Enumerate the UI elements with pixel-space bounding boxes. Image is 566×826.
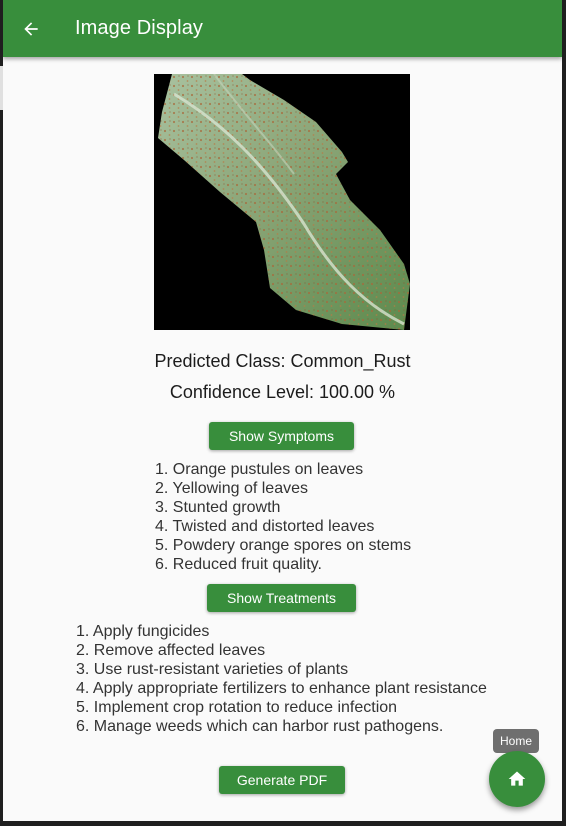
home-button[interactable] xyxy=(489,751,545,807)
show-symptoms-button[interactable]: Show Symptoms xyxy=(209,422,354,450)
list-item: 4. Apply appropriate fertilizers to enha… xyxy=(76,680,487,697)
app-screen: Image Display Predicted Class: Common_Ru… xyxy=(3,0,562,821)
confidence-level-text: Confidence Level: 100.00 % xyxy=(169,382,396,402)
page-title: Image Display xyxy=(75,17,204,39)
home-icon xyxy=(507,769,527,789)
generate-pdf-button[interactable]: Generate PDF xyxy=(219,766,345,794)
leaf-image xyxy=(154,74,410,330)
list-item: 5. Powdery orange spores on stems xyxy=(155,537,412,554)
symptoms-list: 1. Orange pustules on leaves 2. Yellowin… xyxy=(155,460,411,574)
list-item: 6. Reduced fruit quality. xyxy=(155,556,322,573)
list-item: 6. Manage weeds which can harbor rust pa… xyxy=(76,718,444,735)
list-item: 3. Stunted growth xyxy=(155,499,281,516)
predicted-class-text: Predicted Class: Common_Rust xyxy=(154,351,411,371)
app-bar: Image Display xyxy=(3,0,562,57)
list-item: 1. Orange pustules on leaves xyxy=(155,461,364,478)
list-item: 3. Use rust-resistant varieties of plant… xyxy=(76,661,349,678)
show-treatments-button[interactable]: Show Treatments xyxy=(207,584,356,612)
arrow-back-icon[interactable] xyxy=(19,17,43,41)
treatments-list: 1. Apply fungicides 2. Remove affected l… xyxy=(76,622,487,736)
home-tooltip: Home xyxy=(493,729,540,753)
list-item: 2. Yellowing of leaves xyxy=(155,480,308,497)
list-item: 2. Remove affected leaves xyxy=(76,642,266,659)
list-item: 5. Implement crop rotation to reduce inf… xyxy=(76,699,398,716)
list-item: 4. Twisted and distorted leaves xyxy=(155,518,375,535)
list-item: 1. Apply fungicides xyxy=(76,623,210,640)
